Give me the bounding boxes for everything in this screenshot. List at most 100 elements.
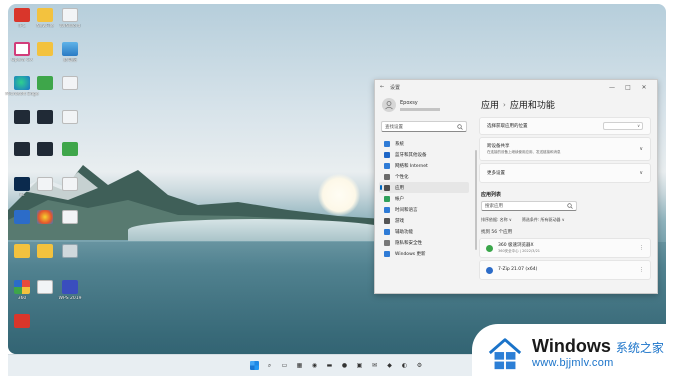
sidebar-item[interactable]: 隐私和安全性	[379, 237, 469, 248]
search-placeholder: 查找设置	[385, 124, 403, 130]
document-icon	[62, 210, 78, 224]
chat-icon[interactable]: ◉	[310, 361, 319, 370]
mail-icon[interactable]: ✉	[370, 361, 379, 370]
document-icon	[62, 8, 78, 22]
sidebar-item[interactable]: 时间和语言	[379, 204, 469, 215]
close-button[interactable]: ✕	[636, 84, 652, 91]
more-settings-title: 更多设置	[487, 171, 505, 176]
app-search-placeholder: 搜索应用	[485, 204, 503, 209]
desktop-shortcut[interactable]: 此电脑	[50, 40, 90, 78]
sidebar-item-label: 隐私和安全性	[395, 240, 422, 246]
sidebar-item[interactable]: 辅助功能	[379, 226, 469, 237]
watermark-url: www.bjjmlv.com	[532, 357, 614, 369]
browser-icon[interactable]: ●	[340, 361, 349, 370]
desktop-shortcut[interactable]	[50, 140, 90, 178]
cross-device-subtitle: 在连接的设备上继续使用应用、发送链接和消息	[487, 150, 561, 154]
app-icon[interactable]: ◆	[385, 361, 394, 370]
desktop-shortcut[interactable]: WPS 2019	[50, 278, 90, 316]
sidebar-item-label: 帐户	[395, 196, 404, 202]
app-search-box[interactable]: 搜索应用	[481, 201, 577, 211]
watermark-brand: Windows	[532, 336, 611, 356]
nav-item-icon	[384, 173, 390, 180]
document-icon	[62, 76, 78, 90]
monitor-icon	[62, 42, 78, 56]
desktop-shortcut[interactable]	[2, 312, 42, 350]
app-source-dropdown[interactable]: ∨	[603, 122, 643, 130]
sidebar-item-label: 游戏	[395, 218, 404, 224]
breadcrumb-parent[interactable]: 应用	[481, 98, 499, 111]
sidebar-item-label: 个性化	[395, 174, 409, 180]
snowy-shore	[128, 219, 388, 241]
sidebar-item-label: 蓝牙和其他设备	[395, 152, 427, 158]
sidebar-item-label: 系统	[395, 141, 404, 147]
sidebar-item[interactable]: 应用	[379, 182, 469, 193]
more-options-icon[interactable]: ⋮	[639, 245, 644, 251]
settings-nav-list: 系统蓝牙和其他设备网络和 Internet 个性化应用帐户时间和语言游戏辅助功能隐…	[379, 138, 469, 259]
file-explorer-icon[interactable]: ▬	[325, 361, 334, 370]
person-icon	[385, 101, 393, 110]
avatar	[382, 98, 396, 112]
app-list-item[interactable]: 7-Zip 21.07 (x64) ⋮	[479, 260, 651, 280]
chevron-down-icon: ∨	[639, 170, 643, 176]
sidebar-item[interactable]: 个性化	[379, 171, 469, 182]
desktop-shortcut-label: WINWord	[59, 24, 81, 29]
task-view-icon[interactable]: ▭	[280, 361, 289, 370]
window-title: 设置	[390, 84, 401, 91]
sidebar-item-label: 应用	[395, 185, 404, 191]
sidebar-item-label: Windows 更新	[395, 251, 426, 257]
desktop-shortcut[interactable]: WINWord	[50, 6, 90, 44]
chevron-down-icon: ∨	[637, 123, 640, 128]
edge-icon[interactable]: ◐	[400, 361, 409, 370]
breadcrumb-separator: ›	[503, 100, 506, 109]
user-name: Epoxsy	[400, 99, 418, 106]
settings-search-box[interactable]: 查找设置	[381, 121, 467, 132]
sidebar-item[interactable]: 游戏	[379, 215, 469, 226]
sidebar-item[interactable]: 蓝牙和其他设备	[379, 149, 469, 160]
desktop-shortcut[interactable]	[50, 208, 90, 246]
sidebar-scrollbar[interactable]	[475, 150, 477, 250]
settings-icon[interactable]: ⚙	[415, 361, 424, 370]
back-arrow-icon[interactable]: ←	[380, 84, 390, 90]
widgets-icon[interactable]: ▦	[295, 361, 304, 370]
search-icon[interactable]: ⌕	[265, 361, 274, 370]
user-profile[interactable]: Epoxsy	[379, 94, 469, 116]
filter-dropdown[interactable]: 筛选条件: 所有驱动器 ∨	[522, 217, 565, 223]
sidebar-item[interactable]: 系统	[379, 138, 469, 149]
desktop-shortcut-label: WPS 2019	[58, 296, 82, 301]
desktop-shortcut[interactable]	[50, 74, 90, 112]
settings-window[interactable]: ← 设置 — □ ✕ Epoxsy 查找设置 系统 蓝牙和其他设备 网络和 In…	[374, 79, 658, 294]
start-icon[interactable]	[250, 361, 259, 370]
nav-item-icon	[384, 140, 390, 147]
nav-item-icon	[384, 151, 390, 158]
more-options-icon[interactable]: ⋮	[639, 267, 644, 273]
minimize-button[interactable]: —	[604, 84, 620, 91]
store-icon[interactable]: ▣	[355, 361, 364, 370]
breadcrumb: 应用 › 应用和功能	[479, 94, 651, 117]
page-title: 应用和功能	[509, 101, 555, 111]
sun	[318, 174, 360, 216]
maximize-button[interactable]: □	[620, 84, 636, 91]
search-icon	[567, 203, 573, 209]
cross-device-card[interactable]: 跨设备共享 在连接的设备上继续使用应用、发送链接和消息 ∨	[479, 137, 651, 161]
app-list-item[interactable]: 360 极速浏览器X 360安全中心 | 2022/3/21 ⋮	[479, 238, 651, 258]
nav-item-icon	[384, 184, 390, 191]
sidebar-item[interactable]: 帐户	[379, 193, 469, 204]
sidebar-item[interactable]: 网络和 Internet	[379, 160, 469, 171]
more-settings-card[interactable]: 更多设置 ∨	[479, 163, 651, 183]
app-icon	[486, 266, 493, 274]
sidebar-item[interactable]: Windows 更新	[379, 248, 469, 259]
desktop-shortcut[interactable]	[50, 242, 90, 280]
app-list: 360 极速浏览器X 360安全中心 | 2022/3/21 ⋮ 7-Zip 21.0…	[479, 238, 651, 280]
nav-item-icon	[384, 228, 390, 235]
sidebar-item-label: 辅助功能	[395, 229, 413, 235]
sort-dropdown[interactable]: 排序依据: 名称 ∨	[481, 217, 512, 223]
nav-item-icon	[384, 206, 390, 213]
nav-item-icon	[384, 250, 390, 257]
app-name: 7-Zip 21.07 (x64)	[498, 267, 538, 272]
green-app-icon	[62, 142, 78, 156]
app-count: 找到 56 个应用	[481, 230, 513, 235]
app-filters: 排序依据: 名称 ∨ 筛选条件: 所有驱动器 ∨	[481, 217, 649, 223]
app-list-heading: 应用列表	[481, 192, 502, 198]
app-meta: 360安全中心 | 2022/3/21	[498, 249, 541, 253]
nav-item-icon	[384, 239, 390, 246]
